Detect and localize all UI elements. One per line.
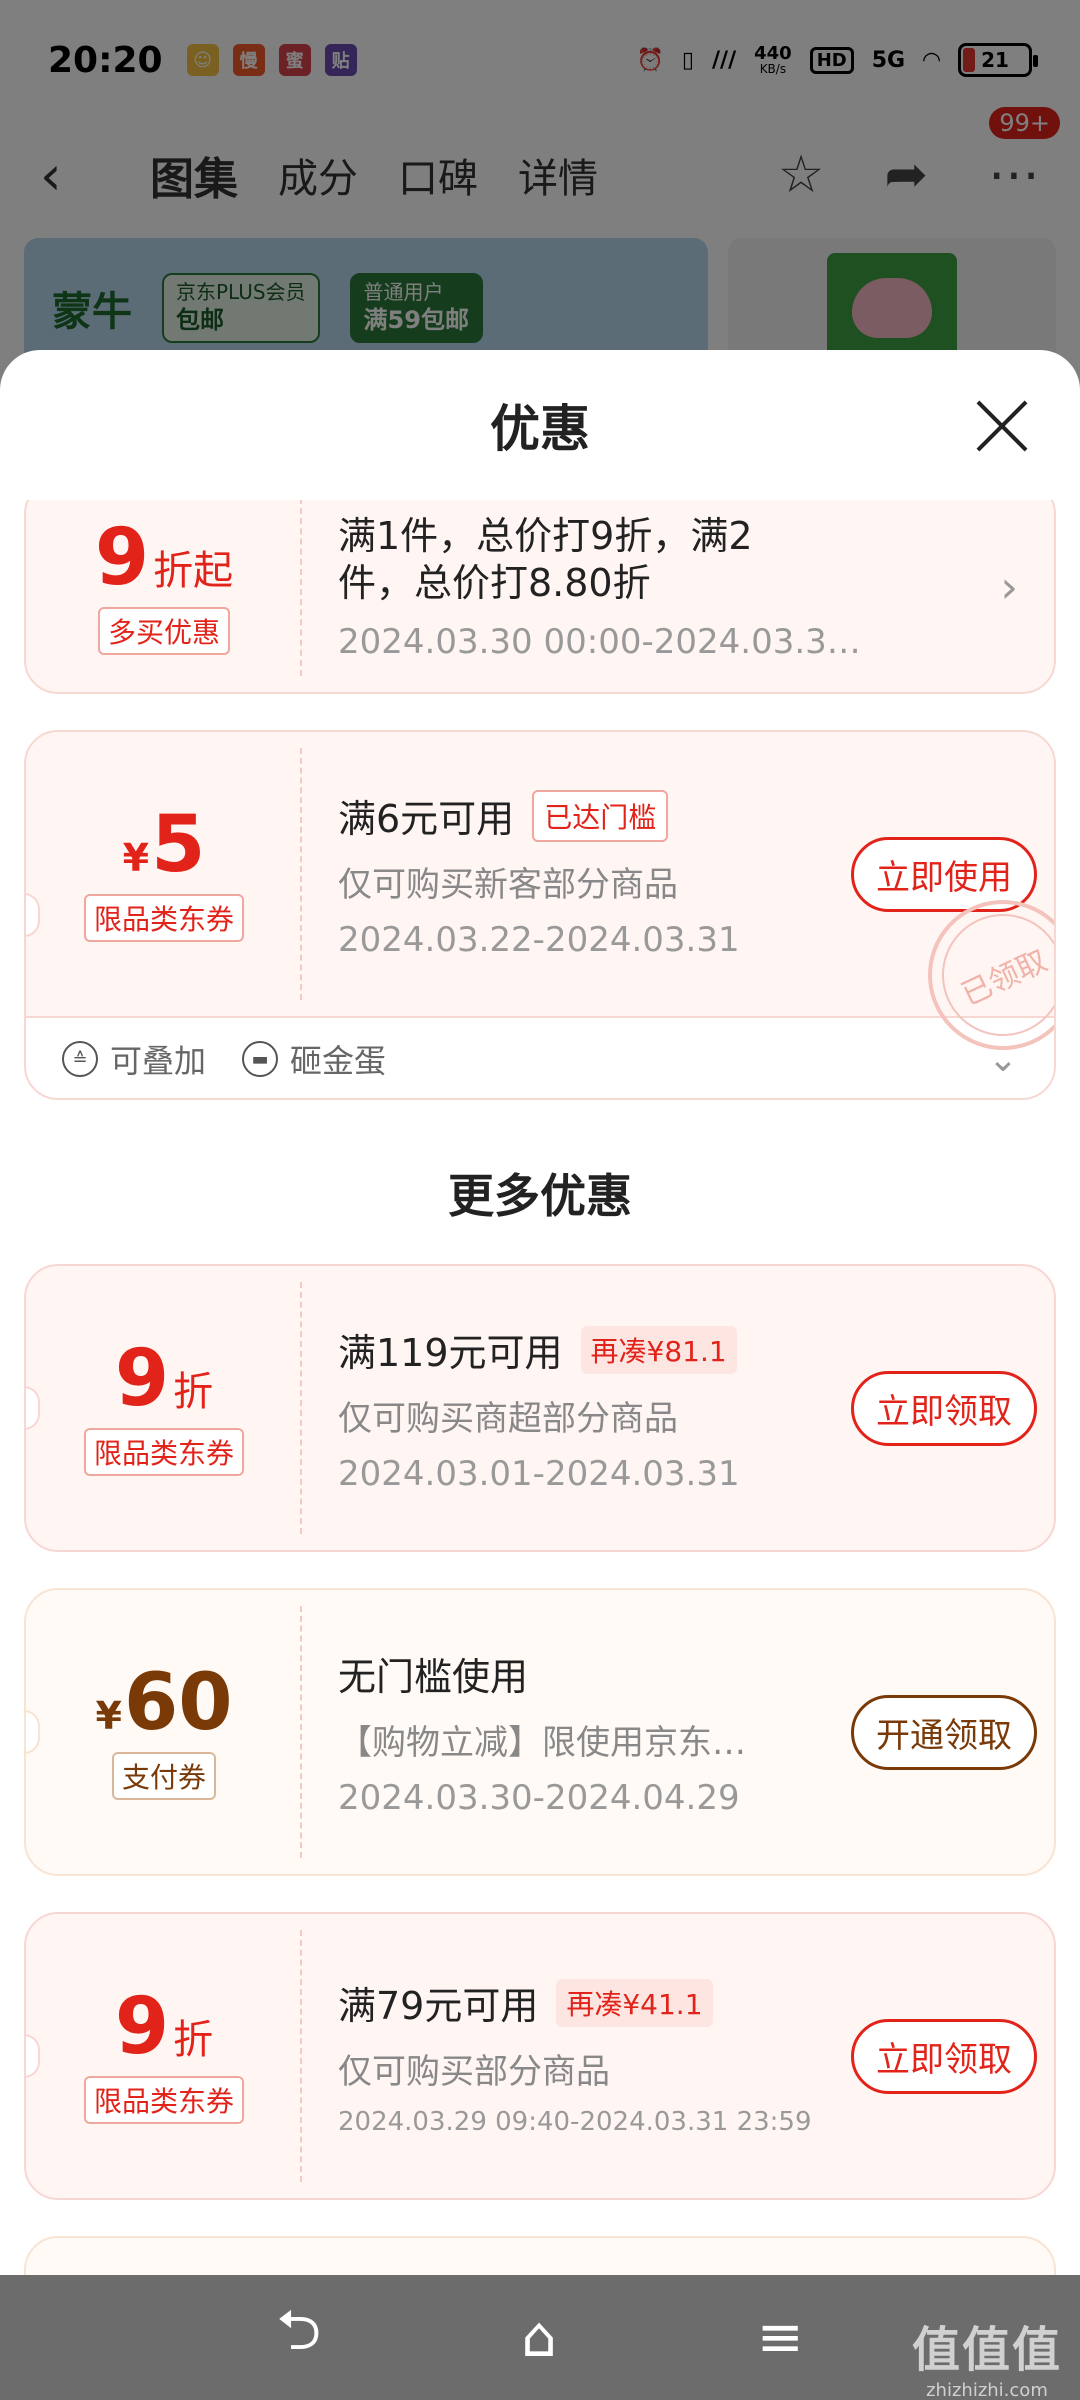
remaining-amount-tag: 再凑¥81.1 — [580, 1325, 737, 1374]
coupon-list[interactable]: 9 折起 多买优惠 满1件，总价打9折，满2 件，总价打8.80折 2024.03… — [0, 500, 1080, 2275]
coupon-description: 仅可购买商超部分商品 — [338, 1399, 678, 1439]
more-offers-title: 更多优惠 — [448, 1169, 632, 1223]
coupon-amount: 9 — [114, 1334, 170, 1424]
coupon-amount: 9 — [114, 1982, 170, 2072]
watermark: 值值值 zhizhizhi.com — [911, 2322, 1062, 2400]
home-icon[interactable]: ⌂ — [521, 2305, 557, 2370]
activate-claim-button[interactable]: 开通领取 — [851, 1694, 1037, 1770]
stackable-label: 可叠加 — [110, 1042, 207, 1080]
coupon-type: 限品类东券 — [83, 1428, 244, 1476]
coupon-condition: 满119元可用 — [338, 1331, 563, 1375]
threshold-reached-tag: 已达门槛 — [532, 789, 669, 842]
coupon-unit: 折 — [173, 2017, 214, 2063]
golden-egg-icon: ▬ — [242, 1041, 279, 1077]
claim-now-button[interactable]: 立即领取 — [851, 1370, 1037, 1446]
coupon-type: 支付券 — [111, 1752, 216, 1800]
coupon-unit: 折 — [173, 1369, 214, 1415]
coupon-payment[interactable]: ¥ 60 支付券 无门槛使用 【购物立减】限使用京东… 2024.03.30-2… — [24, 1588, 1056, 1876]
close-icon[interactable] — [974, 398, 1030, 454]
sheet-header: 优惠 — [0, 350, 1080, 500]
stackable-icon: ≙ — [62, 1041, 98, 1077]
coupon-type: 限品类东券 — [83, 2076, 244, 2124]
dim-overlay[interactable] — [0, 0, 1080, 400]
coupon-new-customer[interactable]: ¥ 5 限品类东券 满6元可用 已达门槛 仅可购买新客部分商品 2024.03.… — [24, 730, 1056, 1100]
coupon-condition: 无门槛使用 — [338, 1655, 529, 1699]
coupon-description: 【购物立减】限使用京东… — [338, 1723, 746, 1763]
menu-icon[interactable]: ≡ — [757, 2305, 804, 2370]
coupon-amount: 60 — [123, 1658, 233, 1748]
coupon-date: 2024.03.29 09:40-2024.03.31 23:59 — [338, 2107, 812, 2137]
coupon-description: 仅可购买新客部分商品 — [338, 865, 678, 905]
coupon-date: 2024.03.01-2024.03.31 — [338, 1454, 740, 1494]
coupon-date: 2024.03.22-2024.03.31 — [338, 920, 740, 960]
coupon-sheet: 优惠 9 折起 多买优惠 满1件，总价打9折，满2 件，总价打8.80折 2024… — [0, 350, 1080, 2275]
coupon-date: 2024.03.30 00:00-2024.03.3… — [338, 621, 861, 662]
coupon-condition: 满1件，总价打9折，满2 件，总价打8.80折 — [338, 513, 753, 606]
sheet-title: 优惠 — [490, 400, 590, 458]
coupon-supermarket[interactable]: 9 折 限品类东券 满119元可用 再凑¥81.1 仅可购买商超部分商品 202… — [24, 1264, 1056, 1552]
coupon-date: 2024.03.30-2024.04.29 — [338, 1778, 740, 1818]
coupon-amount: 5 — [151, 800, 206, 890]
remaining-amount-tag: 再凑¥41.1 — [556, 1978, 713, 2027]
coupon-type: 限品类东券 — [83, 894, 244, 942]
chevron-right-icon[interactable]: › — [1000, 562, 1018, 613]
coupon-category[interactable]: 9 折 限品类东券 满79元可用 再凑¥41.1 仅可购买部分商品 2024.0… — [24, 1912, 1056, 2200]
coupon-condition: 满6元可用 — [338, 797, 515, 841]
golden-egg-label: 砸金蛋 — [290, 1042, 387, 1080]
coupon-type: 多买优惠 — [97, 607, 230, 655]
coupon-multi-buy[interactable]: 9 折起 多买优惠 满1件，总价打9折，满2 件，总价打8.80折 2024.03… — [24, 500, 1056, 694]
coupon-next[interactable] — [24, 2236, 1056, 2275]
back-gesture-icon[interactable]: ⮌ — [276, 2290, 321, 2385]
coupon-amount: 9 — [94, 513, 150, 603]
coupon-condition: 满79元可用 — [338, 1984, 539, 2028]
coupon-description: 仅可购买部分商品 — [338, 2052, 610, 2092]
coupon-extras[interactable]: ≙ 可叠加 ▬ 砸金蛋 ⌄ — [26, 1016, 1054, 1098]
coupon-unit: 折起 — [153, 548, 234, 594]
claim-now-button[interactable]: 立即领取 — [851, 2018, 1037, 2094]
